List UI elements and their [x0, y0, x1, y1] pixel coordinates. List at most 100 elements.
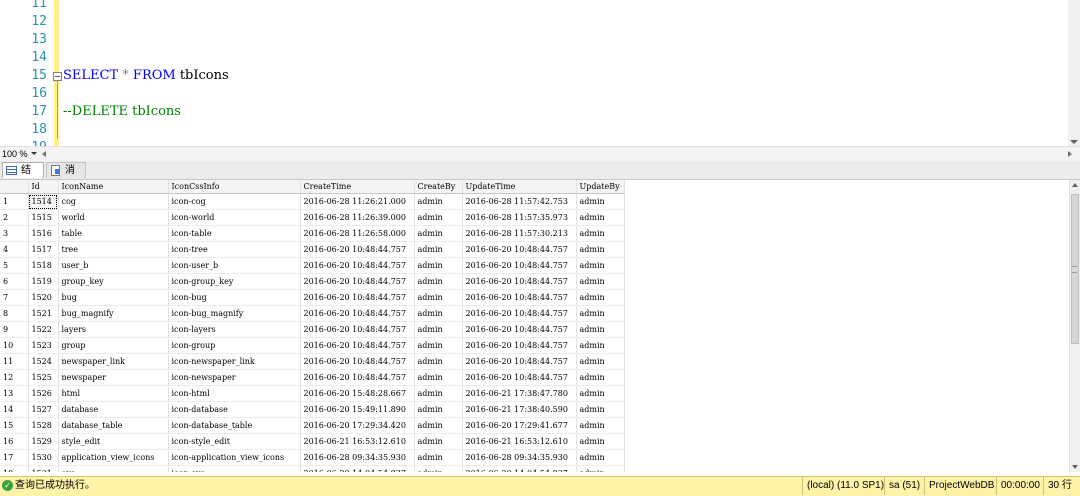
grid-vertical-scrollbar[interactable] [1069, 180, 1080, 472]
table-cell[interactable]: admin [576, 353, 625, 370]
table-cell[interactable]: 2016-06-28 11:26:21.000 [300, 193, 415, 210]
table-cell[interactable]: admin [576, 241, 625, 258]
table-cell[interactable]: admin [414, 241, 463, 258]
table-row[interactable]: 7 1520 bug icon-bug 2016-06-20 10:48:44.757 a… [0, 289, 625, 306]
table-cell[interactable]: style_edit [58, 433, 169, 450]
table-row[interactable]: 3 1516 table icon-table 2016-06-28 11:26:58.… [0, 225, 625, 242]
table-cell[interactable]: admin [414, 465, 463, 472]
table-cell[interactable]: group_key [58, 273, 169, 290]
table-cell[interactable]: icon-style_edit [168, 433, 301, 450]
table-cell[interactable]: admin [576, 321, 625, 338]
table-cell[interactable]: 2016-06-20 10:48:44.757 [462, 273, 577, 290]
table-cell[interactable]: icon-table [168, 225, 301, 242]
table-cell[interactable]: 2016-06-28 11:57:30.213 [462, 225, 577, 242]
table-cell[interactable]: 2016-06-20 10:48:44.757 [462, 369, 577, 386]
column-header[interactable]: IconName [58, 180, 169, 194]
table-cell[interactable]: admin [576, 385, 625, 402]
row-number[interactable]: 4 [0, 241, 29, 258]
table-cell[interactable]: 1522 [28, 321, 59, 338]
row-number[interactable]: 5 [0, 257, 29, 274]
table-cell[interactable]: 1516 [28, 225, 59, 242]
table-cell[interactable]: admin [576, 449, 625, 466]
table-cell[interactable]: admin [576, 193, 625, 210]
editor-vertical-scrollbar[interactable] [1068, 0, 1080, 146]
results-grid[interactable]: Id IconName IconCssInfo CreateTime CreateBy U… [0, 180, 1080, 472]
table-cell[interactable]: admin [576, 433, 625, 450]
table-cell[interactable]: 1524 [28, 353, 59, 370]
row-number[interactable]: 10 [0, 337, 29, 354]
table-cell[interactable]: admin [414, 417, 463, 434]
table-cell[interactable]: admin [414, 321, 463, 338]
table-row[interactable]: 14 1527 database icon-database 2016-06-20 15… [0, 401, 625, 418]
table-cell[interactable]: 2016-06-20 17:29:34.420 [300, 417, 415, 434]
table-cell[interactable]: 1529 [28, 433, 59, 450]
table-cell[interactable]: admin [414, 353, 463, 370]
table-cell[interactable]: icon-cog [168, 193, 301, 210]
table-cell[interactable]: eye [58, 465, 169, 472]
column-header[interactable]: IconCssInfo [168, 180, 301, 194]
table-cell[interactable]: admin [576, 289, 625, 306]
table-cell[interactable]: admin [576, 209, 625, 226]
table-cell[interactable]: world [58, 209, 169, 226]
table-cell[interactable]: icon-database_table [168, 417, 301, 434]
table-cell[interactable]: admin [576, 417, 625, 434]
table-cell[interactable]: 2016-06-20 10:48:44.757 [300, 353, 415, 370]
row-number[interactable]: 12 [0, 369, 29, 386]
column-header[interactable]: CreateBy [414, 180, 463, 194]
table-cell[interactable]: 2016-06-21 17:38:40.590 [462, 401, 577, 418]
table-cell[interactable]: user_b [58, 257, 169, 274]
table-cell[interactable]: 1520 [28, 289, 59, 306]
scroll-left-icon[interactable] [42, 151, 46, 157]
row-number[interactable]: 18 [0, 465, 29, 472]
table-cell[interactable]: admin [576, 401, 625, 418]
row-number[interactable]: 13 [0, 385, 29, 402]
table-cell[interactable]: 2016-06-20 10:48:44.757 [462, 289, 577, 306]
table-cell[interactable]: icon-database [168, 401, 301, 418]
collapse-icon[interactable] [53, 72, 62, 81]
table-row[interactable]: 5 1518 user_b icon-user_b 2016-06-20 10:48:4… [0, 257, 625, 274]
table-cell[interactable]: 2016-06-20 10:48:44.757 [462, 321, 577, 338]
table-cell[interactable]: 2016-06-20 10:48:44.757 [462, 305, 577, 322]
row-number[interactable]: 6 [0, 273, 29, 290]
code-line[interactable]: SELECT * FROM tbIcons [63, 67, 229, 85]
table-cell[interactable]: 1515 [28, 209, 59, 226]
table-cell[interactable]: 2016-06-21 17:38:47.780 [462, 385, 577, 402]
table-cell[interactable]: admin [414, 401, 463, 418]
table-cell[interactable]: icon-eye [168, 465, 301, 472]
zoom-level[interactable]: 100 % [2, 147, 28, 161]
table-cell[interactable]: 2016-06-28 11:26:39.000 [300, 209, 415, 226]
table-cell[interactable]: 1531 [28, 465, 59, 472]
table-cell[interactable]: 2016-06-28 11:57:35.973 [462, 209, 577, 226]
table-cell[interactable]: icon-html [168, 385, 301, 402]
table-row[interactable]: 13 1526 html icon-html 2016-06-20 15:48:28.6… [0, 385, 625, 402]
table-cell[interactable]: admin [414, 449, 463, 466]
table-cell[interactable]: layers [58, 321, 169, 338]
table-cell[interactable]: 2016-06-20 10:48:44.757 [300, 321, 415, 338]
row-number[interactable]: 14 [0, 401, 29, 418]
table-cell[interactable]: html [58, 385, 169, 402]
table-cell[interactable]: icon-newspaper [168, 369, 301, 386]
table-cell[interactable]: admin [414, 193, 463, 210]
table-cell[interactable]: 1526 [28, 385, 59, 402]
table-cell[interactable]: newspaper_link [58, 353, 169, 370]
row-number[interactable]: 3 [0, 225, 29, 242]
table-cell[interactable]: newspaper [58, 369, 169, 386]
table-cell[interactable]: icon-user_b [168, 257, 301, 274]
table-cell[interactable]: 2016-06-21 16:53:12.610 [300, 433, 415, 450]
table-cell[interactable]: 1528 [28, 417, 59, 434]
table-cell[interactable]: admin [576, 257, 625, 274]
tab-results[interactable]: 结果 [2, 162, 44, 192]
column-header[interactable]: UpdateTime [462, 180, 577, 194]
row-number[interactable]: 16 [0, 433, 29, 450]
table-cell[interactable]: tree [58, 241, 169, 258]
table-row[interactable]: 10 1523 group icon-group 2016-06-20 10:48:44… [0, 337, 625, 354]
table-cell[interactable]: cog [58, 193, 169, 210]
table-row[interactable]: 4 1517 tree icon-tree 2016-06-20 10:48:44.75… [0, 241, 625, 258]
table-cell[interactable]: 2016-06-20 14:04:54.837 [300, 465, 415, 472]
table-cell[interactable]: 1518 [28, 257, 59, 274]
table-cell[interactable]: admin [414, 385, 463, 402]
table-cell[interactable]: 1517 [28, 241, 59, 258]
zoom-dropdown-icon[interactable] [31, 152, 37, 155]
row-number[interactable]: 8 [0, 305, 29, 322]
table-cell[interactable]: icon-application_view_icons [168, 449, 301, 466]
